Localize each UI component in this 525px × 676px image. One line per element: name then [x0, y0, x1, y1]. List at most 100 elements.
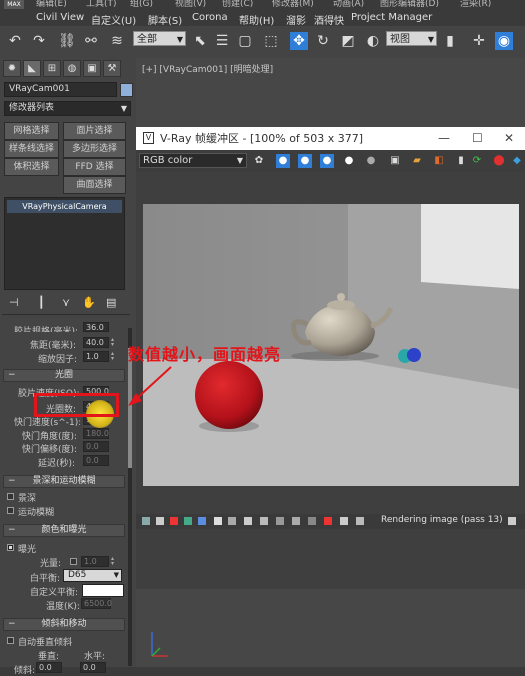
shutter-offset-field[interactable]: 0.0	[83, 441, 109, 452]
status-icon[interactable]	[228, 517, 236, 525]
menu-help[interactable]: 帮助(H)	[239, 12, 274, 27]
menu-rendering[interactable]: 渲染(R)	[460, 0, 491, 8]
status-icon[interactable]	[244, 517, 252, 525]
select-manipulate-icon[interactable]: ✛	[470, 32, 488, 50]
unlink-icon[interactable]: ⚯	[82, 32, 100, 50]
motion-tab-icon[interactable]: ◍	[63, 60, 81, 77]
scrollbar-thumb[interactable]	[128, 348, 132, 468]
light-amount-checkbox[interactable]	[70, 558, 77, 565]
temperature-field[interactable]: 6500.0	[81, 598, 112, 609]
green-channel-icon[interactable]: ●	[298, 154, 312, 168]
status-icon[interactable]	[340, 517, 348, 525]
rect-selection-icon[interactable]: ▢	[236, 32, 254, 50]
tilt-field[interactable]: 0.0	[36, 662, 62, 673]
clear-image-icon[interactable]: ▮	[454, 154, 468, 168]
status-icon[interactable]	[214, 517, 222, 525]
poly-select-button[interactable]: 多边形选择	[63, 140, 126, 158]
light-amount-spinner[interactable]: ▴ ▾	[111, 556, 116, 567]
reference-coord-dropdown[interactable]: 视图 ▼	[386, 31, 437, 46]
show-end-result-icon[interactable]: ┃	[38, 296, 45, 309]
rotate-icon[interactable]: ↻	[314, 32, 332, 50]
menu-tools[interactable]: 工具(T)	[86, 0, 117, 8]
menu-plugin-1[interactable]: 溜影	[286, 12, 306, 27]
menu-animation[interactable]: 动画(A)	[333, 0, 364, 8]
tilt-shift-rollout[interactable]: − 倾斜和移动	[3, 618, 125, 631]
blue-channel-icon[interactable]: ●	[320, 154, 334, 168]
motion-blur-checkbox[interactable]	[7, 507, 14, 514]
menu-views[interactable]: 视图(V)	[175, 0, 206, 8]
focal-length-field[interactable]: 40.0	[83, 337, 109, 348]
status-icon[interactable]	[260, 517, 268, 525]
color-exposure-rollout[interactable]: − 颜色和曝光	[3, 524, 125, 537]
mesh-select-button[interactable]: 网格选择	[4, 122, 59, 140]
status-icon[interactable]	[156, 517, 164, 525]
status-icon[interactable]	[184, 517, 192, 525]
menu-scripting[interactable]: 脚本(S)	[148, 12, 182, 27]
modify-tab-icon[interactable]: ◣	[23, 60, 41, 77]
create-tab-icon[interactable]: ✹	[3, 60, 21, 77]
stop-render-icon[interactable]: ⬤	[492, 154, 506, 168]
white-balance-dropdown[interactable]: D65 ▼	[63, 569, 122, 582]
scale-icon[interactable]: ◩	[339, 32, 357, 50]
auto-vertical-tilt-checkbox[interactable]	[7, 637, 14, 644]
modifier-stack[interactable]: VRayPhysicalCamera	[4, 197, 125, 290]
place-icon[interactable]: ◐	[364, 32, 382, 50]
custom-balance-swatch[interactable]	[82, 584, 124, 597]
status-icon[interactable]	[276, 517, 284, 525]
close-button[interactable]: ✕	[504, 127, 514, 150]
volume-select-button[interactable]: 体积选择	[4, 158, 59, 176]
keyboard-shortcut-icon[interactable]: ◉	[495, 32, 513, 50]
channel-dropdown[interactable]: RGB color ▼	[139, 153, 247, 168]
status-icon[interactable]	[170, 517, 178, 525]
menu-create[interactable]: 创建(C)	[222, 0, 253, 8]
ffd-select-button[interactable]: FFD 选择	[63, 158, 126, 176]
light-amount-field[interactable]: 1.0	[81, 556, 109, 567]
select-object-icon[interactable]: ⬉	[191, 32, 209, 50]
red-channel-icon[interactable]: ●	[276, 154, 290, 168]
region-render-icon[interactable]: ⟳	[470, 154, 484, 168]
object-color-swatch[interactable]	[120, 83, 133, 97]
utilities-tab-icon[interactable]: ⚒	[103, 60, 121, 77]
menu-civil-view[interactable]: Civil View	[36, 12, 84, 23]
select-by-name-icon[interactable]: ☰	[213, 32, 231, 50]
patch-select-button[interactable]: 面片选择	[63, 122, 126, 140]
modifier-list-dropdown[interactable]: 修改器列表 ▼	[4, 101, 131, 116]
command-panel-scrollbar[interactable]	[128, 328, 132, 666]
menu-modifiers[interactable]: 修改器(M)	[272, 0, 314, 8]
remove-modifier-icon[interactable]: ✋	[82, 296, 96, 309]
pin-stack-icon[interactable]: ⊣	[9, 296, 19, 309]
menu-project-manager[interactable]: Project Manager	[351, 12, 432, 23]
window-crossing-icon[interactable]: ⬚	[262, 32, 280, 50]
menu-graph-editors[interactable]: 图形编辑器(D)	[380, 0, 439, 8]
aperture-rollout[interactable]: − 光圈	[3, 369, 125, 382]
bind-spacewarp-icon[interactable]: ≋	[108, 32, 126, 50]
alpha-channel-icon[interactable]: ●	[342, 154, 356, 168]
viewport-label[interactable]: [+] [VRayCam001] [明暗处理]	[142, 62, 273, 75]
object-name-field[interactable]: VRayCam001	[4, 82, 117, 97]
undo-icon[interactable]: ↶	[6, 32, 24, 50]
pivot-icon[interactable]: ▮	[441, 32, 459, 50]
display-tab-icon[interactable]: ▣	[83, 60, 101, 77]
status-icon[interactable]	[198, 517, 206, 525]
hierarchy-tab-icon[interactable]: ⊞	[43, 60, 61, 77]
mono-channel-icon[interactable]: ●	[364, 154, 378, 168]
status-icon[interactable]	[324, 517, 332, 525]
status-icon[interactable]	[292, 517, 300, 525]
render-teapot-icon[interactable]: ◆	[510, 154, 524, 168]
shutter-angle-field[interactable]: 180.0	[83, 428, 109, 439]
configure-sets-icon[interactable]: ▤	[106, 296, 116, 309]
link-icon[interactable]: ⛓	[58, 32, 76, 50]
stack-item-vray-physical-camera[interactable]: VRayPhysicalCamera	[7, 200, 122, 213]
make-unique-icon[interactable]: ⋎	[62, 296, 70, 309]
shift-field[interactable]: 0.0	[80, 662, 106, 673]
duplicate-icon[interactable]: ◧	[432, 154, 446, 168]
focal-length-spinner[interactable]: ▴ ▾	[111, 337, 116, 348]
zoom-factor-spinner[interactable]: ▴ ▾	[111, 351, 116, 362]
menu-edit[interactable]: 编辑(E)	[36, 0, 67, 8]
menu-group[interactable]: 组(G)	[130, 0, 153, 8]
film-gate-field[interactable]: 36.0	[83, 322, 109, 332]
surface-select-button[interactable]: 曲面选择	[63, 176, 126, 194]
dof-motion-blur-rollout[interactable]: − 景深和运动模糊	[3, 475, 125, 488]
exposure-checkbox[interactable]	[7, 544, 14, 551]
spline-select-button[interactable]: 样条线选择	[4, 140, 59, 158]
